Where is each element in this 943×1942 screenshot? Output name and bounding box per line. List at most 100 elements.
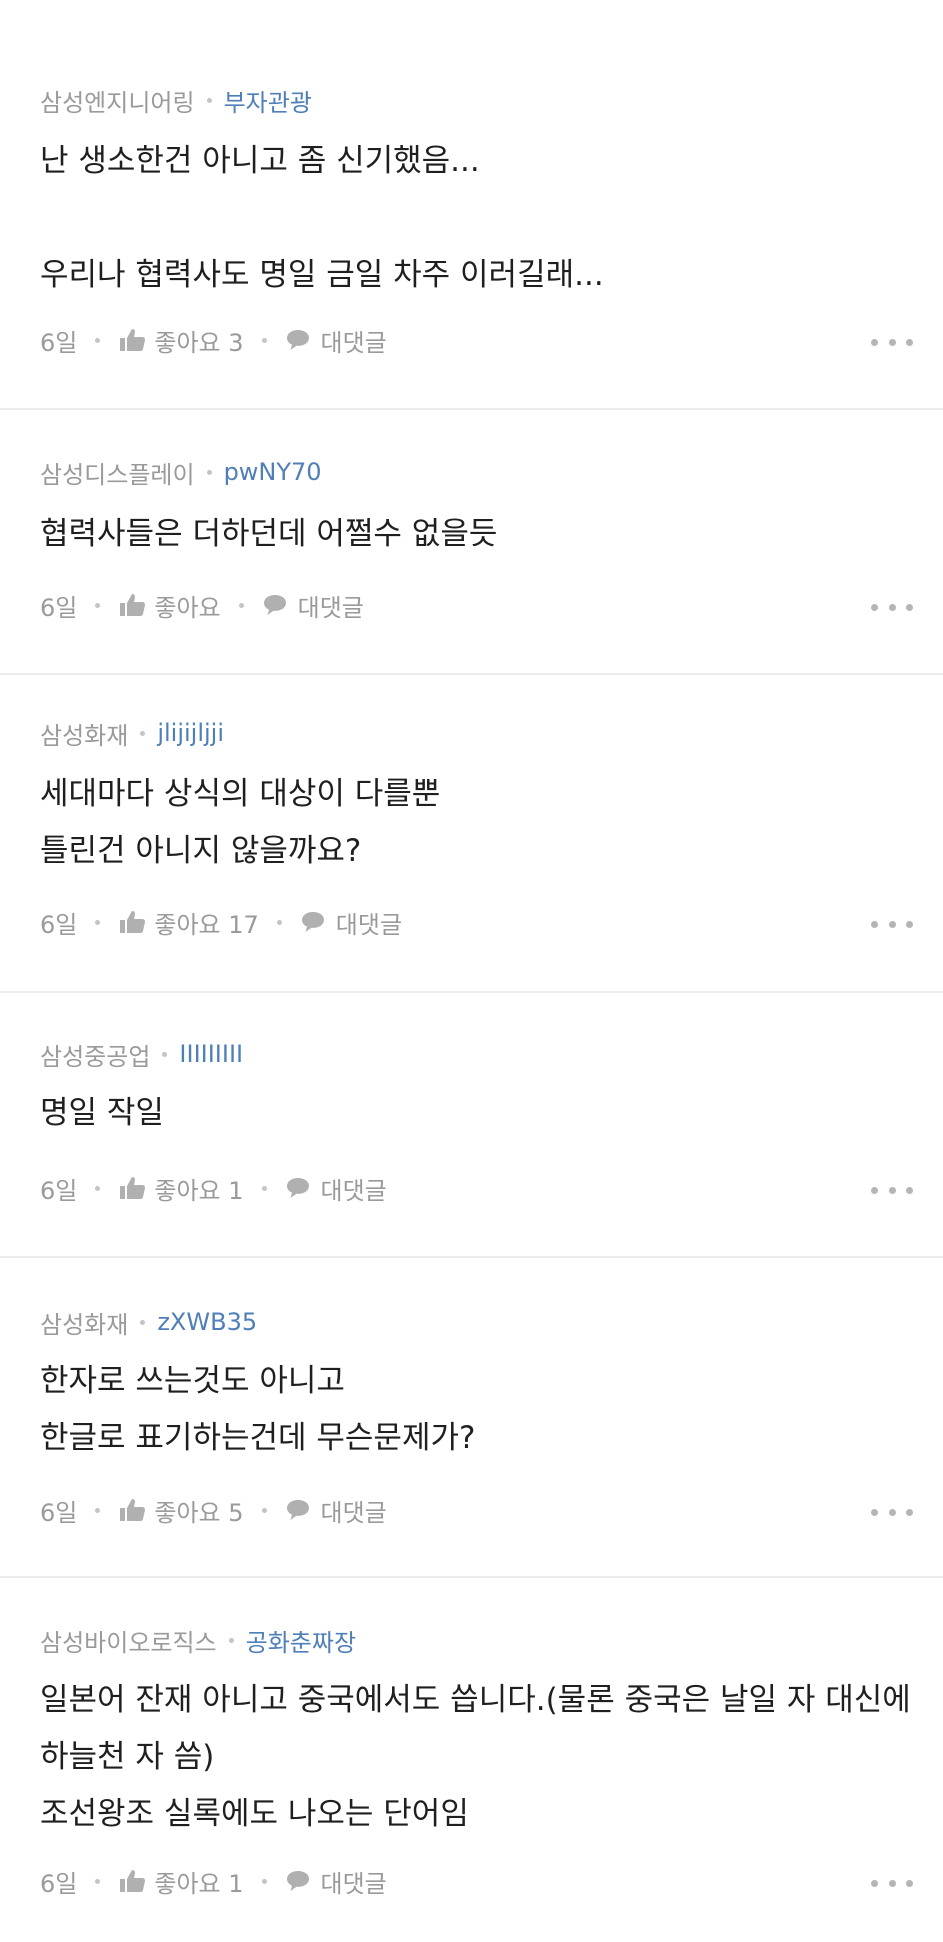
author-company: 삼성화재 [40, 721, 129, 750]
like-count: 좋아요 17 [154, 910, 259, 939]
comment-actions: 6일 좋아요 5 대댓글 [40, 1492, 387, 1528]
author-nickname[interactable]: jlijijljji [157, 719, 224, 747]
like-button[interactable]: 좋아요 17 [118, 905, 259, 940]
separator-dot [238, 602, 244, 608]
separator-dot [95, 1507, 101, 1513]
separator-dot [261, 1185, 267, 1191]
comment-item: 삼성중공업 IIIIIIIII 명일 작일 6일 좋아요 1 대댓글 [0, 993, 943, 1258]
author-company: 삼성디스플레이 [40, 460, 195, 489]
thumbs-up-icon [120, 594, 146, 616]
comment-text: 일본어 잔재 아니고 중국에서도 씁니다.(물론 중국은 날일 자 대신에 하늘… [40, 1682, 911, 1832]
separator-dot [261, 1878, 267, 1884]
more-dot [888, 1879, 896, 1887]
thumbs-up-icon [120, 1870, 146, 1892]
more-options-button[interactable] [871, 597, 913, 617]
author-company: 삼성바이오로직스 [40, 1628, 217, 1657]
more-dot [888, 1186, 896, 1194]
author-company: 삼성화재 [40, 1310, 129, 1339]
separator-dot [162, 1051, 168, 1057]
comment-text: 난 생소한건 아니고 좀 신기했음... 우리나 협력사도 명일 금일 차주 이… [40, 143, 604, 293]
reply-label: 대댓글 [320, 1176, 387, 1205]
comment-actions: 6일 좋아요 대댓글 [40, 587, 364, 623]
more-dots-icon [871, 1879, 878, 1887]
like-button[interactable]: 좋아요 1 [118, 1171, 244, 1206]
reply-button[interactable]: 대댓글 [285, 1864, 387, 1899]
author-company: 삼성엔지니어링 [40, 88, 195, 117]
more-dots-icon [871, 1186, 878, 1194]
separator-dot [228, 1637, 234, 1643]
separator-dot [95, 1185, 101, 1191]
comment-text: 명일 작일 [40, 1095, 164, 1131]
speech-bubble-icon [263, 595, 286, 615]
like-button[interactable]: 좋아요 5 [118, 1493, 244, 1528]
reply-label: 대댓글 [320, 1869, 387, 1898]
reply-button[interactable]: 대댓글 [285, 1171, 387, 1206]
more-dot [906, 338, 913, 346]
more-dot [888, 338, 896, 346]
speech-bubble-icon [286, 1178, 309, 1198]
reply-label: 대댓글 [320, 328, 387, 357]
reply-label: 대댓글 [320, 1498, 387, 1527]
more-dot [888, 603, 896, 611]
separator-dot [95, 919, 101, 925]
author-nickname[interactable]: 공화춘짜장 [246, 1623, 356, 1658]
separator-dot [140, 1319, 146, 1325]
more-dot [906, 1508, 913, 1516]
author-nickname[interactable]: 부자관광 [224, 83, 312, 118]
like-count: 좋아요 5 [154, 1498, 244, 1527]
speech-bubble-icon [286, 330, 309, 350]
separator-dot [95, 337, 101, 343]
more-options-button[interactable] [871, 332, 913, 352]
more-options-button[interactable] [871, 1180, 913, 1200]
more-dots-icon [871, 1508, 878, 1516]
author-nickname[interactable]: pwNY70 [224, 458, 322, 486]
comment-actions: 6일 좋아요 1 대댓글 [40, 1863, 387, 1899]
more-options-button[interactable] [871, 914, 913, 934]
like-button[interactable]: 좋아요 3 [118, 323, 244, 358]
more-dot [888, 920, 896, 928]
comment-time: 6일 [40, 328, 78, 357]
comment-text: 협력사들은 더하던데 어쩔수 없을듯 [40, 516, 498, 552]
reply-label: 대댓글 [335, 910, 403, 939]
comment-meta: 삼성엔지니어링 부자관광 [40, 82, 312, 118]
comment-time: 6일 [40, 1498, 78, 1527]
reply-button[interactable]: 대댓글 [285, 323, 387, 358]
reply-label: 대댓글 [297, 593, 364, 622]
more-dot [906, 603, 913, 611]
comment-time: 6일 [40, 1176, 78, 1205]
more-dot [906, 920, 913, 928]
comment-actions: 6일 좋아요 3 대댓글 [40, 322, 387, 358]
comment-meta: 삼성화재 jlijijljji [40, 715, 224, 751]
like-button[interactable]: 좋아요 1 [118, 1864, 244, 1899]
separator-dot [95, 1878, 101, 1884]
thumbs-up-icon [120, 329, 146, 351]
reply-button[interactable]: 대댓글 [300, 905, 402, 940]
comment-time: 6일 [40, 1869, 78, 1898]
separator-dot [276, 919, 282, 925]
like-button[interactable]: 좋아요 [118, 588, 221, 623]
comment-text: 한자로 쓰는것도 아니고 한글로 표기하는건데 무슨문제가? [40, 1363, 476, 1456]
like-count: 좋아요 1 [154, 1176, 244, 1205]
reply-button[interactable]: 대댓글 [285, 1493, 387, 1528]
reply-button[interactable]: 대댓글 [262, 588, 364, 623]
comment-item: 삼성엔지니어링 부자관광 난 생소한건 아니고 좀 신기했음... 우리나 협력… [0, 0, 943, 410]
more-options-button[interactable] [871, 1873, 913, 1893]
comment-time: 6일 [40, 910, 78, 939]
more-dots-icon [871, 920, 878, 928]
like-count: 좋아요 [154, 593, 221, 622]
separator-dot [261, 337, 267, 343]
comment-item: 삼성화재 zXWB35 한자로 쓰는것도 아니고 한글로 표기하는건데 무슨문제… [0, 1258, 943, 1578]
comment-time: 6일 [40, 593, 78, 622]
separator-dot [95, 602, 101, 608]
author-nickname[interactable]: IIIIIIIII [179, 1040, 243, 1068]
more-options-button[interactable] [871, 1502, 913, 1522]
more-dots-icon [871, 338, 878, 346]
comment-meta: 삼성디스플레이 pwNY70 [40, 454, 322, 490]
author-nickname[interactable]: zXWB35 [157, 1308, 257, 1336]
comment-text: 세대마다 상식의 대상이 다를뿐 틀린건 아니지 않을까요? [40, 776, 441, 869]
like-count: 좋아요 1 [154, 1869, 244, 1898]
more-dot [906, 1186, 913, 1194]
comment-item: 삼성화재 jlijijljji 세대마다 상식의 대상이 다를뿐 틀린건 아니지… [0, 675, 943, 993]
separator-dot [206, 469, 212, 475]
more-dot [906, 1879, 913, 1887]
